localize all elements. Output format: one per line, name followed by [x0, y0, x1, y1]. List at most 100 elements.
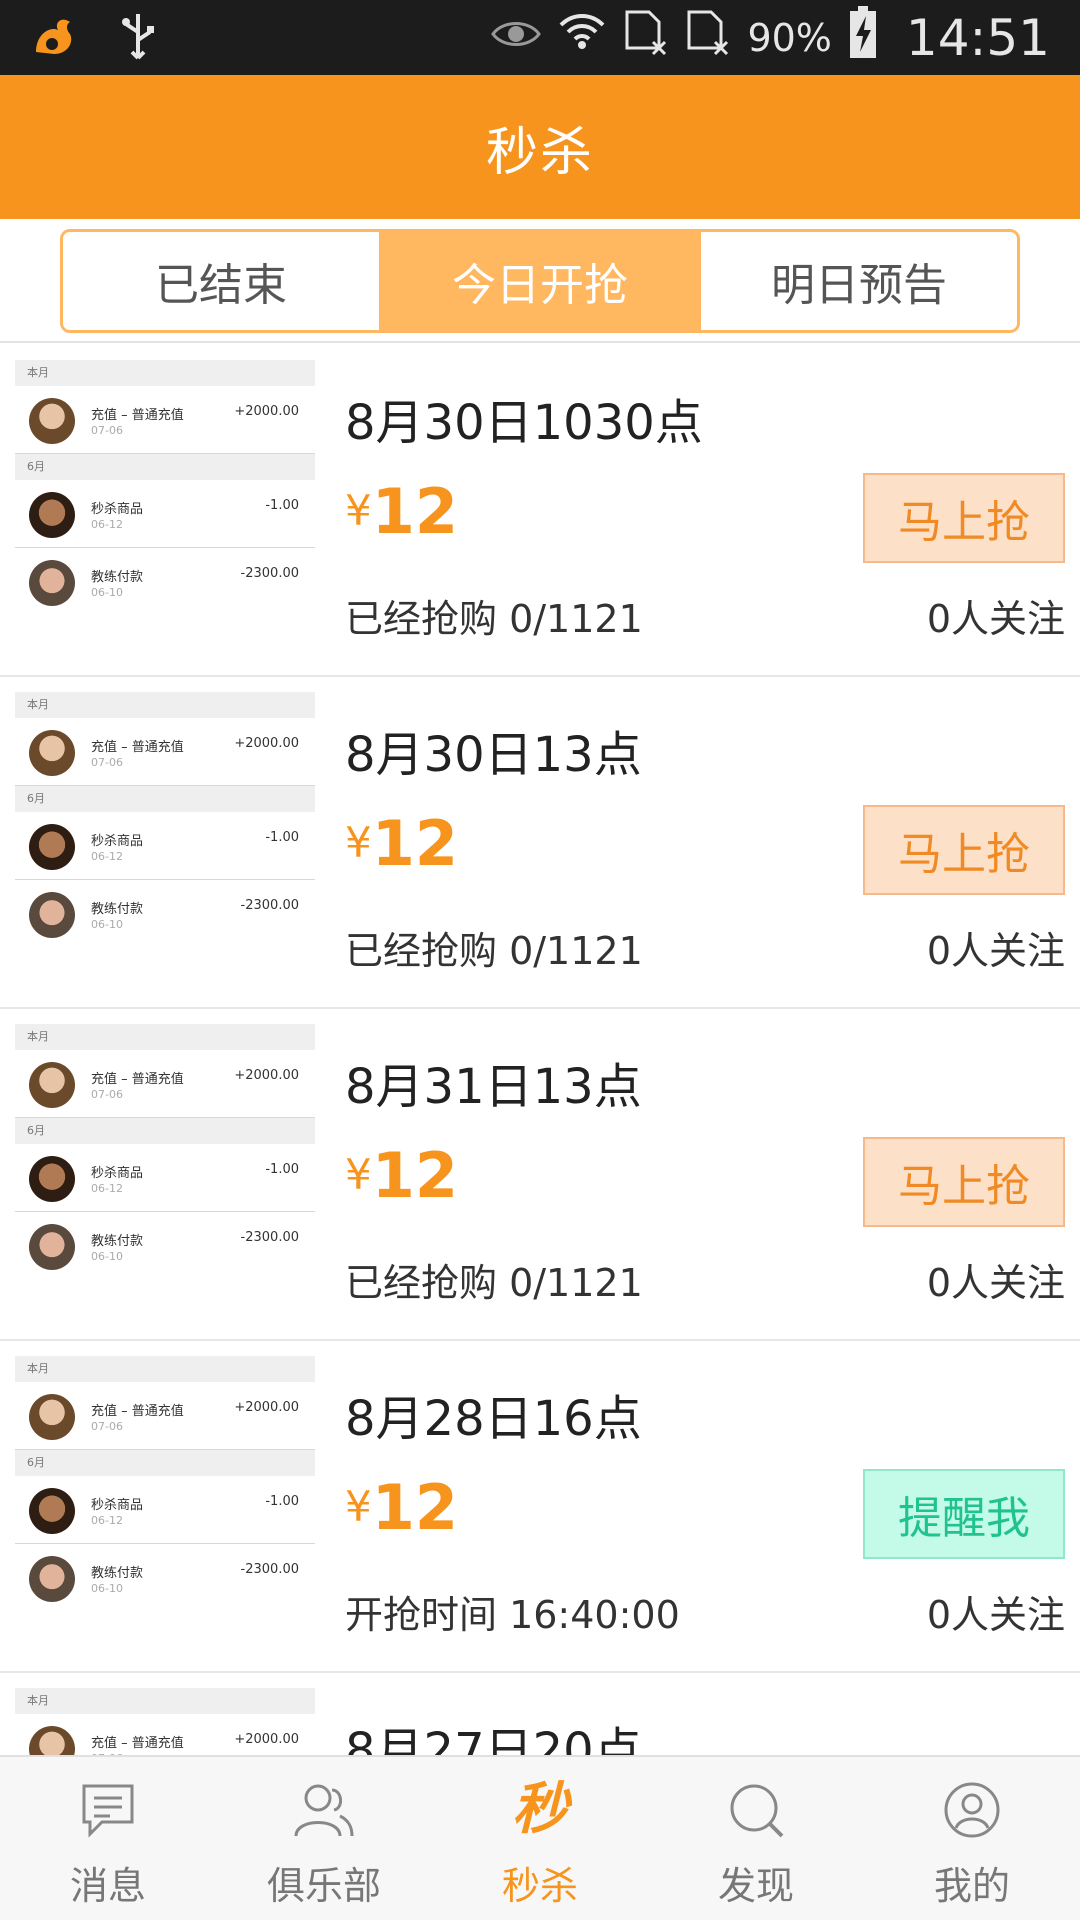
thumbnail-row-name: 充值 – 普通充值: [91, 408, 184, 423]
thumbnail-row-date: 06-12: [91, 1514, 123, 1527]
battery-percentage: 90%: [747, 15, 832, 60]
nav-label: 发现: [717, 1864, 794, 1908]
price-value: 12: [371, 1471, 459, 1544]
thumbnail-row-name: 充值 – 普通充值: [91, 1072, 184, 1087]
list-item[interactable]: 本月充值 – 普通充值07-06+2000.006月秒杀商品06-12-1.00…: [0, 677, 1080, 1009]
thumbnail-row: 充值 – 普通充值07-06 +2000.00: [15, 1382, 315, 1450]
thumbnail-row-date: 07-06: [91, 1420, 123, 1433]
thumbnail-row-name: 教练付款: [91, 1566, 144, 1581]
thumbnail-row: 秒杀商品 06-12 -1.00: [15, 812, 315, 880]
thumbnail-row-name: 教练付款: [91, 570, 144, 585]
club-icon: [289, 1775, 359, 1845]
tab-bar-container: 已结束 今日开抢 明日预告: [0, 219, 1080, 343]
purchase-progress: 已经抢购 0/1121: [345, 597, 643, 641]
thumbnail-row-amount: -2300.00: [240, 1230, 299, 1245]
thumbnail-section-header: 6月: [15, 1118, 315, 1144]
flash-sale-icon: 秒: [505, 1775, 575, 1845]
thumbnail-row-date: 06-10: [91, 586, 123, 599]
product-thumbnail[interactable]: 本月充值 – 普通充值07-06+2000.006月秒杀商品06-12-1.00…: [15, 1356, 315, 1656]
grab-now-button[interactable]: 马上抢: [863, 1137, 1065, 1227]
thumbnail-row-amount: +2000.00: [234, 736, 299, 751]
avatar: [29, 1394, 75, 1440]
remind-me-button[interactable]: 提醒我: [863, 1469, 1065, 1559]
grab-now-button[interactable]: 马上抢: [863, 805, 1065, 895]
thumbnail-row: 充值 – 普通充值07-06 +2000.00: [15, 718, 315, 786]
currency-symbol: ¥: [345, 486, 372, 535]
nav-label: 俱乐部: [266, 1864, 381, 1908]
clock: 14:51: [905, 8, 1050, 67]
thumbnail-row-date: 06-10: [91, 918, 123, 931]
eye-icon: [491, 15, 542, 61]
nav-item-profile[interactable]: 我的: [864, 1757, 1080, 1920]
bottom-nav: 消息 俱乐部 秒 秒杀 发现 我的: [0, 1755, 1080, 1920]
price-value: 12: [371, 475, 459, 548]
list-item[interactable]: 本月充值 – 普通充值07-06+2000.006月秒杀商品06-12-1.00…: [0, 1009, 1080, 1341]
currency-symbol: ¥: [345, 818, 372, 867]
thumbnail-row-amount: -1.00: [265, 1494, 299, 1509]
uc-browser-icon: [28, 12, 78, 66]
nav-item-messages[interactable]: 消息: [0, 1757, 216, 1920]
nav-label: 秒杀: [501, 1864, 578, 1908]
thumbnail-row-name: 充值 – 普通充值: [91, 1736, 184, 1751]
grab-now-button[interactable]: 马上抢: [863, 473, 1065, 563]
product-thumbnail[interactable]: 本月充值 – 普通充值07-06+2000.006月秒杀商品06-12-1.00…: [15, 692, 315, 992]
sale-time-title: 8月28日16点: [345, 1391, 642, 1447]
thumbnail-row: 秒杀商品 06-12 -1.00: [15, 1476, 315, 1544]
tab-ended[interactable]: 已结束: [63, 232, 382, 330]
follower-count: 0人关注: [926, 1261, 1065, 1305]
thumbnail-row-date: 06-10: [91, 1582, 123, 1595]
tab-tomorrow-preview[interactable]: 明日预告: [701, 232, 1017, 330]
product-thumbnail[interactable]: 本月充值 – 普通充值07-06+2000.006月秒杀商品06-12-1.00…: [15, 1688, 315, 1755]
usb-icon: [118, 12, 158, 66]
thumbnail-row: 教练付款 06-10 -2300.00: [15, 548, 315, 616]
thumbnail-row-name: 充值 – 普通充值: [91, 1404, 184, 1419]
product-thumbnail[interactable]: 本月充值 – 普通充值07-06+2000.006月秒杀商品06-12-1.00…: [15, 360, 315, 660]
list-item[interactable]: 本月充值 – 普通充值07-06+2000.006月秒杀商品06-12-1.00…: [0, 1341, 1080, 1673]
thumbnail-row-date: 07-06: [91, 756, 123, 769]
product-thumbnail[interactable]: 本月充值 – 普通充值07-06+2000.006月秒杀商品06-12-1.00…: [15, 1024, 315, 1324]
nav-item-discover[interactable]: 发现: [648, 1757, 864, 1920]
follower-count: 0人关注: [926, 929, 1065, 973]
follower-count: 0人关注: [926, 1593, 1065, 1637]
avatar: [29, 824, 75, 870]
thumbnail-row-amount: -2300.00: [240, 898, 299, 913]
segmented-tabs: 已结束 今日开抢 明日预告: [60, 229, 1020, 333]
sale-time-title: 8月27日20点: [345, 1723, 642, 1755]
thumbnail-row: 教练付款 06-10 -2300.00: [15, 1212, 315, 1280]
nav-label: 消息: [69, 1864, 146, 1908]
currency-symbol: ¥: [345, 1482, 372, 1531]
nav-item-club[interactable]: 俱乐部: [216, 1757, 432, 1920]
list-item[interactable]: 本月充值 – 普通充值07-06+2000.006月秒杀商品06-12-1.00…: [0, 345, 1080, 677]
price-value: 12: [371, 1139, 459, 1212]
list-item[interactable]: 本月充值 – 普通充值07-06+2000.006月秒杀商品06-12-1.00…: [0, 1673, 1080, 1755]
thumbnail-row-name: 秒杀商品: [91, 1166, 144, 1181]
flash-sale-list[interactable]: 本月 充值 – 普通充值 07-06 +2000.00 6月 秒杀商品 06-12 -1.00…: [0, 345, 1080, 1755]
tab-today[interactable]: 今日开抢: [382, 232, 701, 330]
thumbnail-row: 充值 – 普通充值07-06+2000.00: [15, 1714, 315, 1755]
thumbnail-row-amount: +2000.00: [234, 1068, 299, 1083]
thumbnail-section-header: 本月: [15, 1688, 315, 1714]
thumbnail-row-name: 充值 – 普通充值: [91, 740, 184, 755]
thumbnail-section-header: 6月: [15, 454, 315, 480]
price: ¥12: [345, 1139, 458, 1212]
thumbnail-row-date: 07-06: [91, 1088, 123, 1101]
nav-item-flash-sale[interactable]: 秒 秒杀: [432, 1757, 648, 1920]
sale-time-title: 8月31日13点: [345, 1059, 642, 1115]
thumbnail-row-date: 06-12: [91, 1182, 123, 1195]
discover-icon: [721, 1775, 791, 1845]
purchase-progress: 已经抢购 0/1121: [345, 929, 643, 973]
thumbnail-row-name: 秒杀商品: [91, 1498, 144, 1513]
avatar: [29, 1556, 75, 1602]
price: ¥12: [345, 1471, 458, 1544]
thumbnail-row-amount: -1.00: [265, 498, 299, 513]
thumbnail-row-amount: +2000.00: [234, 1400, 299, 1415]
thumbnail-row-date: 06-12: [91, 850, 123, 863]
thumbnail-row-date: 07-06: [91, 424, 123, 437]
thumbnail-row-date: 06-10: [91, 1250, 123, 1263]
price: ¥12: [345, 807, 458, 880]
thumbnail-row-name: 教练付款: [91, 902, 144, 917]
battery-charging-icon: [848, 5, 878, 70]
sale-time-title: 8月30日1030点: [345, 395, 703, 451]
thumbnail-row-amount: -2300.00: [240, 566, 299, 581]
thumbnail-row: 充值 – 普通充值07-06 +2000.00: [15, 1050, 315, 1118]
